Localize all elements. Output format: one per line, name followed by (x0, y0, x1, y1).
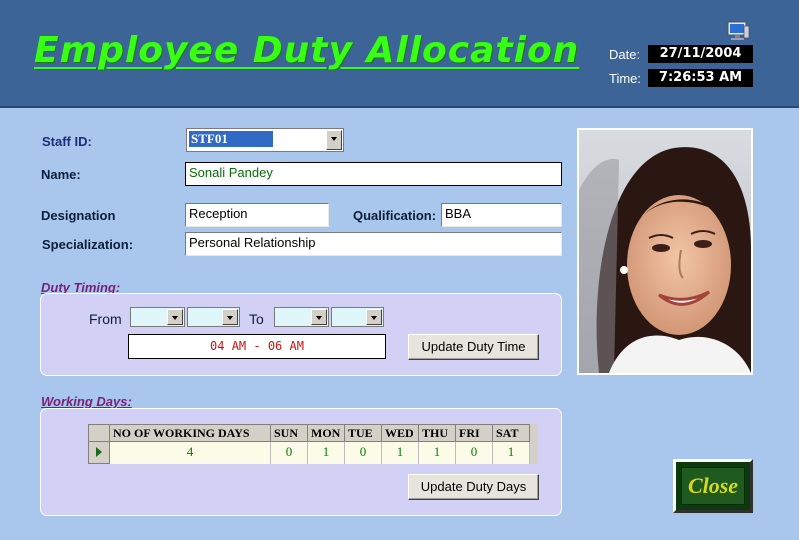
date-label: Date: (609, 47, 641, 62)
specialization-label: Specialization: (42, 237, 134, 252)
time-value: 7:26:53 AM (648, 69, 753, 87)
chevron-down-icon[interactable] (366, 309, 382, 325)
grid-header-sat[interactable]: SAT (493, 425, 530, 442)
update-duty-days-button[interactable]: Update Duty Days (408, 474, 539, 500)
grid-header-wed[interactable]: WED (382, 425, 419, 442)
grid-scrollbar[interactable] (530, 424, 538, 464)
date-value: 27/11/2004 (648, 45, 753, 63)
monitor-icon (727, 21, 750, 40)
close-button[interactable]: Close (673, 459, 753, 513)
grid-cell-sun[interactable]: 0 (271, 442, 308, 464)
staff-id-label: Staff ID: (42, 134, 92, 149)
time-label: Time: (609, 71, 642, 86)
employee-portrait-image (579, 130, 751, 373)
staff-id-combo[interactable]: STF01 (186, 128, 344, 152)
grid-header-sun[interactable]: SUN (271, 425, 308, 442)
chevron-down-icon[interactable] (326, 130, 342, 150)
to-ampm-combo[interactable] (331, 307, 384, 327)
grid-cell-wed[interactable]: 1 (382, 442, 419, 464)
to-label: To (249, 311, 264, 327)
from-hour-combo[interactable] (130, 307, 185, 327)
app-title: Employee Duty Allocation (34, 30, 580, 71)
header-bar: Employee Duty Allocation Date: 27/11/200… (0, 0, 799, 108)
staff-id-value: STF01 (189, 131, 273, 147)
specialization-field[interactable]: Personal Relationship (185, 232, 562, 256)
grid-cell-tue[interactable]: 0 (345, 442, 382, 464)
grid-header-mon[interactable]: MON (308, 425, 345, 442)
grid-header-no-of-working-days[interactable]: NO OF WORKING DAYS (110, 425, 271, 442)
from-label: From (89, 311, 122, 327)
grid-header-fri[interactable]: FRI (456, 425, 493, 442)
to-hour-combo[interactable] (274, 307, 329, 327)
working-days-grid[interactable]: NO OF WORKING DAYS SUN MON TUE WED THU F… (88, 424, 532, 464)
close-button-label: Close (681, 467, 745, 505)
update-duty-time-button[interactable]: Update Duty Time (408, 334, 539, 360)
qualification-field[interactable]: BBA (441, 203, 562, 227)
working-days-title: Working Days: (41, 394, 132, 409)
grid-header-thu[interactable]: THU (419, 425, 456, 442)
name-label: Name: (41, 167, 81, 182)
grid-cell-fri[interactable]: 0 (456, 442, 493, 464)
duty-time-display: 04 AM - 06 AM (128, 334, 386, 359)
designation-label: Designation (41, 208, 116, 223)
grid-cell-thu[interactable]: 1 (419, 442, 456, 464)
grid-cell-mon[interactable]: 1 (308, 442, 345, 464)
grid-cell-working-days[interactable]: 4 (110, 442, 271, 464)
chevron-down-icon[interactable] (222, 309, 238, 325)
row-selector[interactable] (89, 425, 110, 463)
grid-header-tue[interactable]: TUE (345, 425, 382, 442)
current-row-arrow-icon (96, 447, 102, 457)
qualification-label: Qualification: (353, 208, 437, 223)
grid-cell-sat[interactable]: 1 (493, 442, 530, 464)
chevron-down-icon[interactable] (311, 309, 327, 325)
name-field[interactable]: Sonali Pandey (185, 162, 562, 186)
chevron-down-icon[interactable] (167, 309, 183, 325)
designation-field[interactable]: Reception (185, 203, 329, 227)
employee-photo (577, 128, 753, 375)
from-ampm-combo[interactable] (187, 307, 240, 327)
